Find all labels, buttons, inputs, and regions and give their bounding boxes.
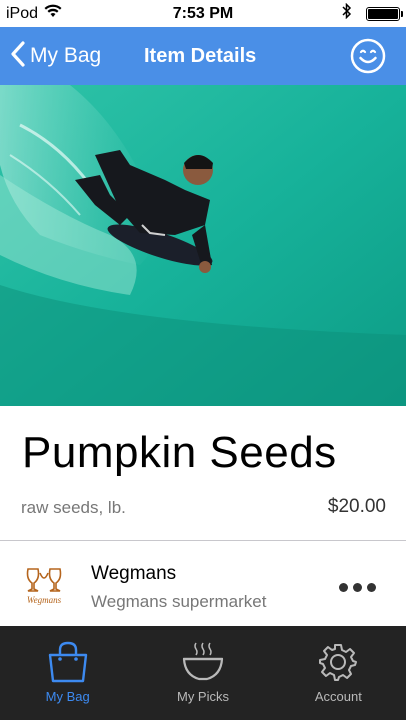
- tab-bar: My Bag My Picks Account: [0, 626, 406, 720]
- tab-label: My Picks: [176, 689, 229, 704]
- more-dot: [367, 583, 376, 592]
- chevron-left-icon: [10, 40, 26, 72]
- tab-account[interactable]: Account: [271, 626, 406, 720]
- carrier-label: iPod: [6, 4, 39, 22]
- status-bar: iPod 7:53 PM: [0, 0, 406, 27]
- store-subtitle: Wegmans supermarket: [91, 592, 267, 611]
- bowl-icon: [181, 641, 225, 689]
- wifi-icon: [44, 4, 62, 23]
- store-row[interactable]: Wegmans Wegmans Wegmans supermarket: [0, 541, 406, 626]
- nav-bar: My Bag Item Details: [0, 27, 406, 85]
- tab-label: Account: [314, 689, 362, 704]
- tab-my-picks[interactable]: My Picks: [135, 626, 270, 720]
- status-left: iPod: [6, 4, 62, 23]
- bluetooth-icon: [342, 2, 352, 24]
- smiley-icon[interactable]: [350, 38, 386, 74]
- more-options-button[interactable]: [339, 583, 376, 592]
- page-title: Item Details: [144, 44, 257, 67]
- battery-icon: [366, 6, 403, 21]
- battery-fill: [368, 8, 398, 19]
- wegmans-logo: Wegmans: [20, 563, 68, 611]
- more-dot: [353, 583, 362, 592]
- tab-my-bag[interactable]: My Bag: [0, 626, 135, 720]
- item-description: raw seeds, lb.: [21, 498, 126, 517]
- item-price: $20.00: [327, 496, 386, 517]
- gear-icon: [316, 641, 360, 689]
- tab-label: My Bag: [45, 689, 90, 704]
- status-right: [342, 2, 403, 24]
- bag-icon: [46, 641, 90, 689]
- item-name: Pumpkin Seeds: [22, 428, 337, 477]
- back-button[interactable]: My Bag: [0, 27, 101, 85]
- item-photo: [0, 85, 406, 406]
- logo-text: Wegmans: [27, 595, 62, 605]
- back-label: My Bag: [30, 44, 102, 67]
- more-dot: [339, 583, 348, 592]
- store-name: Wegmans: [91, 563, 177, 584]
